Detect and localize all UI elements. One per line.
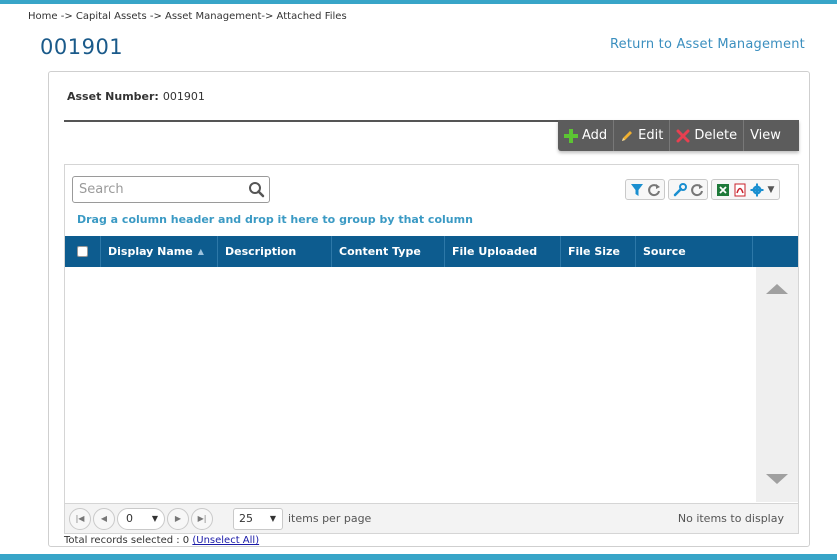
refresh-icon[interactable]: [688, 181, 705, 198]
filter-group: [625, 179, 665, 200]
sort-ascending-icon: ▲: [197, 247, 204, 256]
gear-icon[interactable]: [748, 181, 765, 198]
column-title: Display Name: [108, 245, 193, 258]
delete-x-icon: [676, 129, 690, 143]
grid-pager: |◀ ◀ 0 ▼ ▶ ▶| 25 ▼ items per page No items…: [65, 503, 798, 533]
page-title: 001901: [40, 35, 124, 59]
column-header-display-name[interactable]: Display Name ▲: [101, 236, 218, 267]
column-title: Description: [225, 245, 297, 258]
view-button[interactable]: View: [744, 120, 787, 151]
search-box: [72, 176, 270, 203]
page-size-value: 25: [239, 512, 253, 525]
search-input[interactable]: [73, 177, 243, 202]
columns-group: [668, 179, 708, 200]
filter-icon[interactable]: [628, 181, 645, 198]
action-toolbar: Add Edit Delete View: [558, 120, 799, 151]
breadcrumb: Home -> Capital Assets -> Asset Manageme…: [28, 11, 347, 22]
add-label: Add: [582, 128, 608, 143]
items-per-page-label: items per page: [288, 512, 372, 525]
add-button[interactable]: Add: [558, 120, 615, 151]
asset-number-label: Asset Number:: [67, 90, 159, 103]
search-icon[interactable]: [248, 181, 265, 201]
delete-button[interactable]: Delete: [670, 120, 745, 151]
chevron-down-icon: ▼: [269, 514, 276, 523]
plus-icon: [564, 128, 578, 143]
select-all-checkbox[interactable]: [65, 236, 101, 267]
column-title: File Uploaded: [452, 245, 538, 258]
excel-icon[interactable]: [714, 181, 731, 198]
unselect-all-link[interactable]: (Unselect All): [192, 535, 259, 546]
column-header-source[interactable]: Source: [636, 236, 753, 267]
grid-header-row: Display Name ▲ Description Content Type F…: [65, 236, 798, 267]
group-by-hint: Drag a column header and drop it here to…: [77, 213, 473, 226]
next-page-icon[interactable]: ▶: [167, 507, 189, 530]
page-number-value: 0: [126, 512, 133, 525]
scroll-up-arrow-icon[interactable]: [766, 284, 788, 294]
export-group: ▼: [711, 179, 780, 200]
column-title: Source: [643, 245, 686, 258]
bottom-accent-bar: [0, 554, 837, 560]
grid-toolbar: ▼: [625, 179, 783, 200]
pencil-icon: [620, 129, 634, 143]
edit-label: Edit: [638, 128, 664, 143]
page-number-select[interactable]: 0 ▼: [117, 507, 165, 530]
checkbox-box[interactable]: [77, 246, 88, 257]
view-label: View: [750, 128, 781, 143]
column-header-spacer: [753, 236, 782, 267]
previous-page-icon[interactable]: ◀: [93, 507, 115, 530]
refresh-icon[interactable]: [645, 181, 662, 198]
wrench-icon[interactable]: [671, 181, 688, 198]
column-header-content-type[interactable]: Content Type: [332, 236, 445, 267]
return-to-asset-management-link[interactable]: Return to Asset Management: [610, 37, 805, 52]
scroll-down-arrow-icon[interactable]: [766, 474, 788, 484]
column-header-file-size[interactable]: File Size: [561, 236, 636, 267]
pager-status: No items to display: [677, 512, 784, 525]
top-accent-bar: [0, 0, 837, 4]
edit-button[interactable]: Edit: [614, 120, 671, 151]
first-page-icon[interactable]: |◀: [69, 507, 91, 530]
column-title: Content Type: [339, 245, 421, 258]
last-page-icon[interactable]: ▶|: [191, 507, 213, 530]
grid-body: [65, 267, 756, 502]
delete-label: Delete: [694, 128, 738, 143]
total-records-label: Total records selected : 0: [64, 535, 190, 546]
asset-number-row: Asset Number: 001901: [67, 90, 205, 103]
column-header-description[interactable]: Description: [218, 236, 332, 267]
chevron-down-icon[interactable]: ▼: [765, 181, 777, 198]
asset-number-value: 001901: [162, 90, 205, 103]
column-title: File Size: [568, 245, 620, 258]
pdf-icon[interactable]: [731, 181, 748, 198]
page-size-select[interactable]: 25 ▼: [233, 507, 283, 530]
column-header-file-uploaded[interactable]: File Uploaded: [445, 236, 561, 267]
chevron-down-icon: ▼: [151, 514, 158, 523]
vertical-scrollbar[interactable]: [756, 267, 798, 502]
total-selected-text: Total records selected : 0 (Unselect All…: [64, 535, 259, 546]
